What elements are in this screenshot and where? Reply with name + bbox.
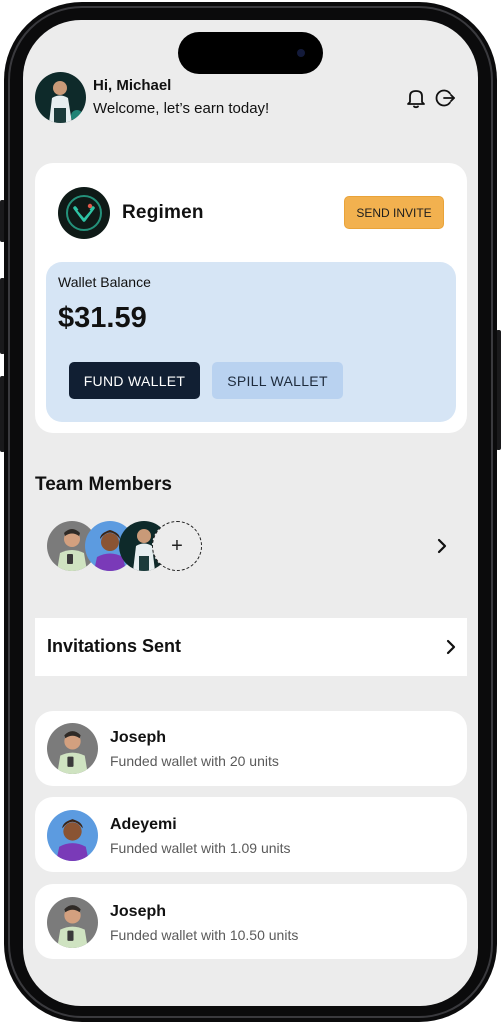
balance-label: Wallet Balance xyxy=(58,274,151,290)
spill-wallet-button[interactable]: SPILL WALLET xyxy=(212,362,343,399)
activity-card[interactable] xyxy=(35,884,467,959)
activity-description: Funded wallet with 20 units xyxy=(110,753,279,769)
bell-icon[interactable] xyxy=(403,85,429,111)
add-team-member-button[interactable]: + xyxy=(152,521,202,571)
team-chevron-right-icon[interactable] xyxy=(432,536,452,556)
activity-avatar xyxy=(47,723,98,774)
activity-description: Funded wallet with 10.50 units xyxy=(110,927,299,943)
welcome-subtitle: Welcome, let’s earn today! xyxy=(93,100,270,117)
activity-name: Joseph xyxy=(110,729,167,746)
brand-name: Regimen xyxy=(122,202,204,223)
invitations-chevron-right-icon[interactable] xyxy=(441,637,461,657)
greeting-text: Hi, Michael xyxy=(93,77,172,94)
activity-name: Adeyemi xyxy=(110,816,177,833)
logout-icon[interactable] xyxy=(432,85,458,111)
activity-card[interactable] xyxy=(35,797,467,872)
camera-dot xyxy=(297,49,305,57)
team-members-title: Team Members xyxy=(35,474,172,495)
send-invite-button[interactable]: SEND INVITE xyxy=(344,196,444,229)
activity-avatar xyxy=(47,810,98,861)
activity-card[interactable] xyxy=(35,711,467,786)
invitations-sent-label: Invitations Sent xyxy=(47,636,182,656)
balance-value: $31.59 xyxy=(58,302,147,334)
regimen-logo-icon xyxy=(58,187,110,239)
activity-description: Funded wallet with 1.09 units xyxy=(110,840,291,856)
dynamic-island xyxy=(178,32,323,74)
activity-avatar xyxy=(47,897,98,948)
user-avatar[interactable] xyxy=(35,72,86,123)
fund-wallet-button[interactable]: FUND WALLET xyxy=(69,362,200,399)
activity-name: Joseph xyxy=(110,903,167,920)
